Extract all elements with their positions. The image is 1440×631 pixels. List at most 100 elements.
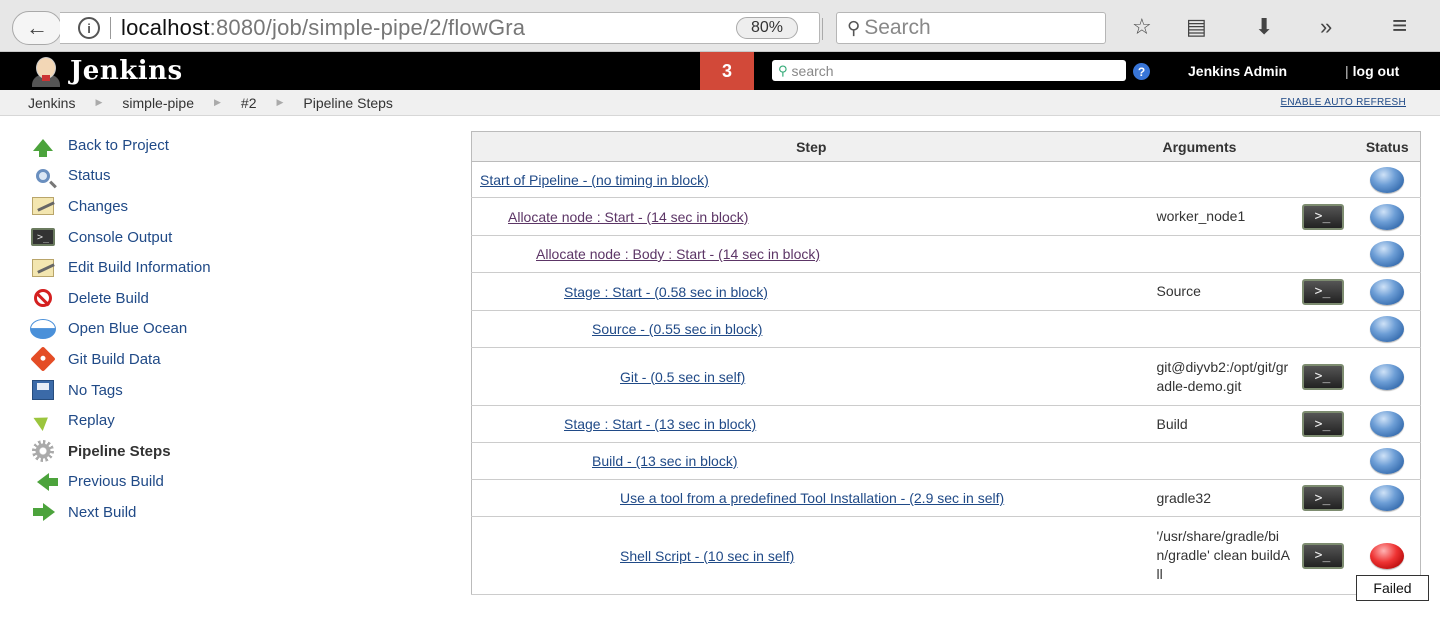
arguments-text: gradle32 xyxy=(1156,489,1212,506)
console-cell xyxy=(1290,161,1355,198)
column-header-arguments: Arguments xyxy=(1150,131,1355,162)
sidebar-item-open-blue-ocean[interactable]: Open Blue Ocean xyxy=(30,314,430,345)
sidebar-item-edit-build-information[interactable]: Edit Build Information xyxy=(30,252,430,283)
console-cell: >_ xyxy=(1290,405,1355,443)
success-status-icon[interactable] xyxy=(1370,411,1405,437)
success-status-icon[interactable] xyxy=(1370,363,1405,390)
enable-auto-refresh-link[interactable]: ENABLE AUTO REFRESH xyxy=(1280,97,1406,108)
step-cell: Git - (0.5 sec in self) xyxy=(471,347,1151,406)
step-cell: Shell Script - (10 sec in self) xyxy=(471,516,1151,595)
url-text[interactable]: localhost:8080/job/simple-pipe/2/flowGra xyxy=(121,15,525,41)
arguments-cell xyxy=(1150,442,1291,480)
download-icon[interactable]: ⬇ xyxy=(1255,14,1273,40)
console-output-icon[interactable]: >_ xyxy=(1301,411,1344,437)
step-link[interactable]: Allocate node : Body : Start - (14 sec i… xyxy=(536,246,820,262)
sidebar-item-pipeline-steps[interactable]: Pipeline Steps xyxy=(30,436,430,467)
info-icon[interactable]: i xyxy=(78,17,100,39)
table-row: Git - (0.5 sec in self) git@diyvb2:/opt/g… xyxy=(471,347,1421,406)
step-cell: Source - (0.55 sec in block) xyxy=(471,310,1151,348)
success-status-icon[interactable] xyxy=(1370,485,1405,511)
sidebar-item-console-output[interactable]: >_ Console Output xyxy=(30,222,430,253)
step-cell: Allocate node : Body : Start - (14 sec i… xyxy=(471,235,1151,273)
sidebar-item-previous-build[interactable]: Previous Build xyxy=(30,467,430,498)
console-output-icon[interactable]: >_ xyxy=(1301,542,1344,569)
console-cell: >_ xyxy=(1290,347,1355,406)
chevron-right-icon: ▶ xyxy=(95,97,103,107)
reading-list-icon[interactable]: ▤ xyxy=(1186,14,1207,40)
step-link[interactable]: Stage : Start - (0.58 sec in block) xyxy=(564,284,768,300)
table-row: Shell Script - (10 sec in self) '/usr/sha… xyxy=(471,516,1421,595)
status-cell xyxy=(1354,347,1421,406)
step-link[interactable]: Shell Script - (10 sec in self) xyxy=(620,548,794,564)
user-link[interactable]: Jenkins Admin xyxy=(1188,63,1287,79)
step-cell: Start of Pipeline - (no timing in block) xyxy=(471,161,1151,198)
sidebar-item-delete-build[interactable]: Delete Build xyxy=(30,283,430,314)
arguments-cell: worker_node1 xyxy=(1150,197,1291,236)
jenkins-search-input[interactable]: ⚲ search xyxy=(772,60,1126,81)
breadcrumb-item[interactable]: Jenkins xyxy=(28,95,75,111)
step-cell: Use a tool from a predefined Tool Instal… xyxy=(471,479,1151,517)
jenkins-logo[interactable]: Jenkins xyxy=(30,55,183,87)
logout-link[interactable]: | log out xyxy=(1345,63,1399,79)
arguments-cell xyxy=(1150,235,1291,273)
success-status-icon[interactable] xyxy=(1370,316,1405,342)
step-cell: Stage : Start - (13 sec in block) xyxy=(471,405,1151,443)
step-link[interactable]: Start of Pipeline - (no timing in block) xyxy=(480,172,709,188)
console-output-icon[interactable]: >_ xyxy=(1301,278,1344,305)
success-status-icon[interactable] xyxy=(1370,166,1405,193)
success-status-icon[interactable] xyxy=(1370,448,1405,474)
console-cell xyxy=(1290,442,1355,480)
table-header-row: Step Arguments Status xyxy=(471,131,1421,162)
sidebar-item-next-build[interactable]: Next Build xyxy=(30,497,430,528)
save-icon xyxy=(32,380,54,401)
breadcrumb-item[interactable]: Pipeline Steps xyxy=(303,95,393,111)
bookmark-star-icon[interactable]: ☆ xyxy=(1132,14,1152,40)
status-cell xyxy=(1354,197,1421,236)
chevron-right-icon: ▶ xyxy=(213,97,221,107)
column-header-step: Step xyxy=(471,131,1151,162)
failed-status-icon[interactable] xyxy=(1370,542,1405,569)
status-cell xyxy=(1354,235,1421,273)
sidebar-item-back-to-project[interactable]: Back to Project xyxy=(30,130,430,161)
overflow-icon[interactable]: » xyxy=(1320,14,1332,40)
step-link[interactable]: Source - (0.55 sec in block) xyxy=(592,321,762,337)
url-bar[interactable]: i localhost:8080/job/simple-pipe/2/flowG… xyxy=(60,12,858,44)
arguments-cell xyxy=(1150,310,1291,348)
sidebar-item-replay[interactable]: Replay xyxy=(30,405,430,436)
step-link[interactable]: Stage : Start - (13 sec in block) xyxy=(564,416,756,432)
search-icon: ⚲ xyxy=(778,62,788,78)
sidebar-item-status[interactable]: Status xyxy=(30,161,430,192)
arrow-left-icon xyxy=(37,472,58,491)
step-link[interactable]: Build - (13 sec in block) xyxy=(592,453,738,469)
magnifier-icon xyxy=(36,168,50,183)
step-cell: Stage : Start - (0.58 sec in block) xyxy=(471,272,1151,311)
browser-search-input[interactable]: ⚲ Search xyxy=(836,12,1106,44)
step-link[interactable]: Allocate node : Start - (14 sec in block… xyxy=(508,209,748,225)
help-icon[interactable]: ? xyxy=(1133,63,1150,80)
back-button[interactable]: ← xyxy=(12,11,62,45)
table-row: Build - (13 sec in block) xyxy=(471,442,1421,480)
table-row: Source - (0.55 sec in block) xyxy=(471,310,1421,348)
sidebar-item-git-build-data[interactable]: Git Build Data xyxy=(30,344,430,375)
success-status-icon[interactable] xyxy=(1370,241,1405,267)
step-link[interactable]: Use a tool from a predefined Tool Instal… xyxy=(620,490,1004,506)
zoom-indicator[interactable]: 80% xyxy=(736,17,799,39)
arrow-up-icon xyxy=(33,139,53,158)
breadcrumb-item[interactable]: simple-pipe xyxy=(122,95,194,111)
success-status-icon[interactable] xyxy=(1370,203,1405,230)
sidebar-item-changes[interactable]: Changes xyxy=(30,191,430,222)
breadcrumb-item[interactable]: #2 xyxy=(241,95,257,111)
notification-badge[interactable]: 3 xyxy=(700,52,754,90)
console-output-icon[interactable]: >_ xyxy=(1301,203,1344,230)
menu-icon[interactable]: ≡ xyxy=(1392,10,1407,41)
console-output-icon[interactable]: >_ xyxy=(1301,363,1344,390)
arguments-cell: git@diyvb2:/opt/git/gradle-demo.git xyxy=(1150,347,1291,406)
url-separator xyxy=(110,17,111,39)
console-output-icon[interactable]: >_ xyxy=(1301,485,1344,511)
delete-icon xyxy=(34,289,52,308)
success-status-icon[interactable] xyxy=(1370,278,1405,305)
console-icon: >_ xyxy=(31,228,55,247)
sidebar-item-no-tags[interactable]: No Tags xyxy=(30,375,430,406)
step-link[interactable]: Git - (0.5 sec in self) xyxy=(620,369,745,385)
search-engine-icon[interactable]: ⚲ xyxy=(847,18,860,39)
